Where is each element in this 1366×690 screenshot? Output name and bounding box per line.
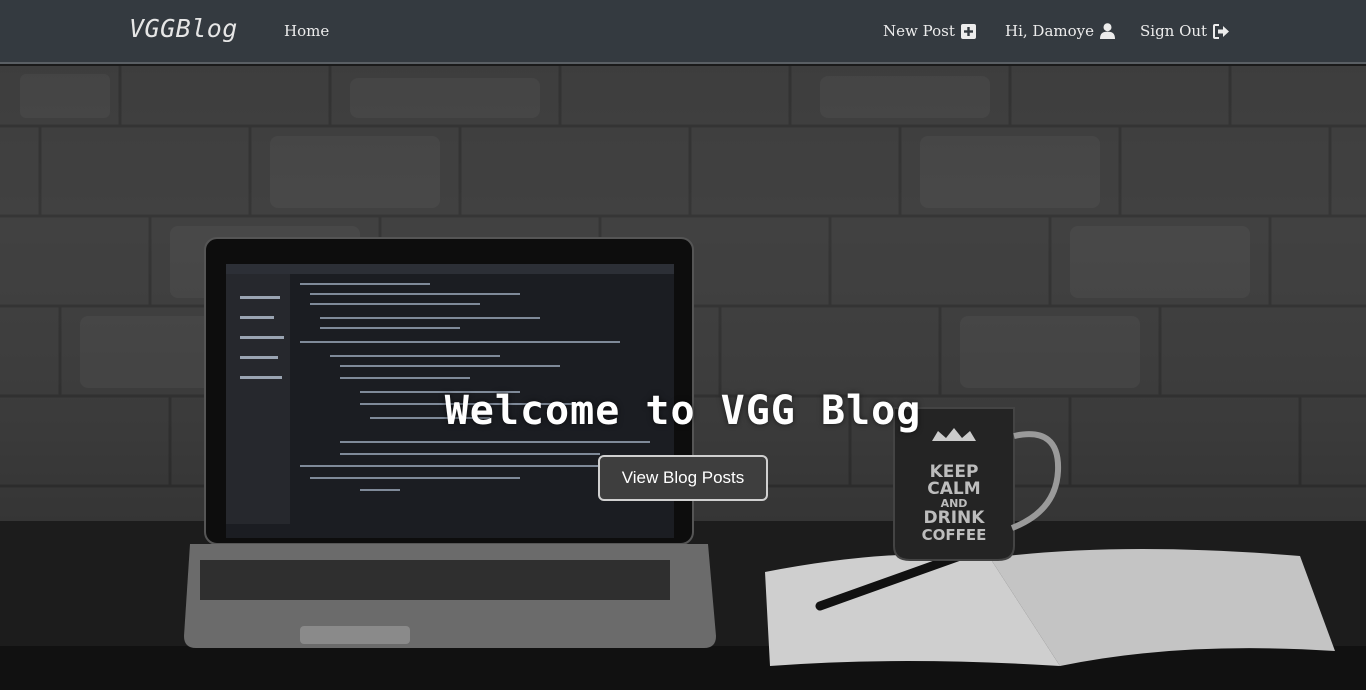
hero-background-image xyxy=(0,66,1366,690)
nav-sign-out-label: Sign Out xyxy=(1140,22,1208,40)
view-blog-posts-button[interactable]: View Blog Posts xyxy=(598,455,768,501)
mug-text-line: CALM xyxy=(927,479,981,499)
mug-label: KEEP CALM AND DRINK COFFEE xyxy=(900,464,1008,544)
nav-sign-out-link[interactable]: Sign Out xyxy=(1140,22,1230,40)
brand-logo-link[interactable]: VGGBlog xyxy=(129,14,238,43)
user-icon xyxy=(1100,23,1115,39)
nav-home-label: Home xyxy=(284,22,330,40)
nav-new-post-link[interactable]: New Post xyxy=(883,22,976,40)
hero-title: Welcome to VGG Blog xyxy=(444,388,922,434)
nav-home-link[interactable]: Home xyxy=(284,22,329,40)
mug-text-line: DRINK xyxy=(923,508,985,528)
nav-user-link[interactable]: Hi, Damoye xyxy=(1005,22,1115,40)
top-navbar: VGGBlog Home New Post Hi, Damoye Sign Ou… xyxy=(0,0,1366,64)
hero-banner: KEEP CALM AND DRINK COFFEE Welcome to VG… xyxy=(0,66,1366,690)
mug-text-line: COFFEE xyxy=(921,526,987,544)
nav-user-greeting: Hi, Damoye xyxy=(1005,22,1094,40)
plus-square-icon xyxy=(960,23,976,39)
nav-new-post-label: New Post xyxy=(883,22,955,40)
laptop-illustration xyxy=(184,237,716,648)
sign-out-icon xyxy=(1213,23,1230,39)
